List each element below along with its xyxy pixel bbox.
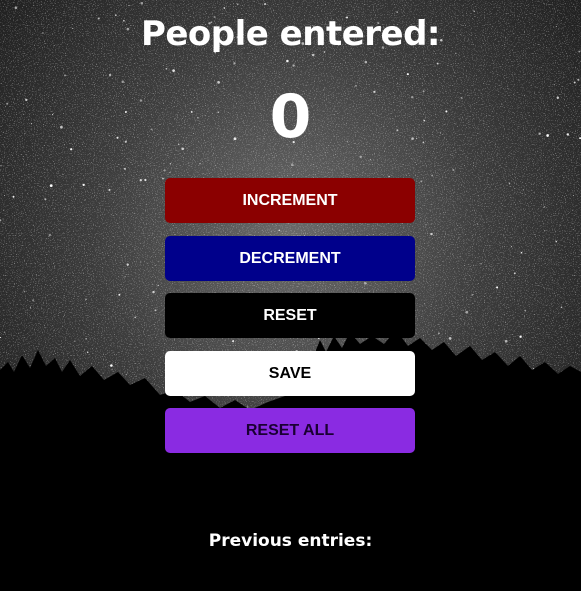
previous-entries-label: Previous entries: [208, 531, 373, 551]
decrement-button[interactable]: DECREMENT [165, 236, 415, 281]
increment-button[interactable]: INCREMENT [165, 178, 415, 223]
page-title: People entered: [140, 14, 441, 54]
save-button[interactable]: SAVE [165, 351, 415, 396]
app-container: People entered: 0 INCREMENT DECREMENT RE… [0, 0, 581, 591]
reset-button[interactable]: RESET [165, 293, 415, 338]
counter-value: 0 [269, 82, 312, 152]
reset-all-button[interactable]: RESET ALL [165, 408, 415, 453]
